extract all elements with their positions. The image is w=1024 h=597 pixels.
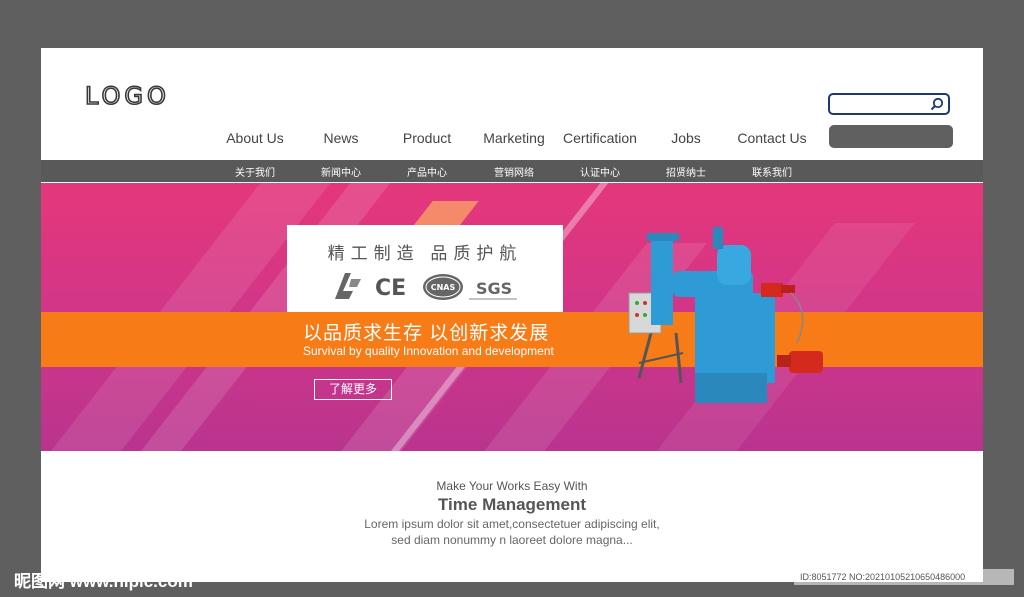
subnav-contact[interactable]: 联系我们	[752, 164, 792, 179]
subnav-product[interactable]: 产品中心	[407, 164, 447, 179]
watermark-id: ID:8051772 NO:20210105210650486000	[794, 569, 1014, 585]
nav-product[interactable]: Product	[403, 130, 451, 146]
main-nav: About Us News Product Marketing Certific…	[41, 130, 983, 150]
headline-cn: 以品质求生存 以创新求发展	[303, 323, 550, 344]
logo[interactable]: LOGO	[84, 83, 170, 109]
slogan-cn: 精工制造 品质护航	[327, 244, 523, 263]
page-canvas: LOGO About Us News Product Marketing Cer…	[41, 48, 983, 582]
certification-box: 精工制造 品质护航 CE CNAS SGS	[287, 225, 563, 312]
section-subtitle: Make Your Works Easy With	[436, 479, 588, 493]
search-input[interactable]	[828, 93, 950, 115]
cnas-mark-icon: CNAS	[423, 274, 463, 300]
learn-more-button[interactable]: 了解更多	[314, 379, 392, 400]
ce-mark-icon: CE	[375, 276, 406, 301]
banner-stripe	[331, 363, 471, 451]
feature-section: Make Your Works Easy With Time Managemen…	[41, 478, 983, 548]
slogan-bar: 以品质求生存 以创新求发展 Survival by quality Innova…	[41, 312, 983, 367]
section-title: Time Management	[437, 495, 586, 514]
nav-jobs[interactable]: Jobs	[671, 130, 701, 146]
nav-contact-us[interactable]: Contact Us	[737, 130, 806, 146]
sgs-mark-icon: SGS	[476, 279, 512, 298]
headline-en: Survival by quality Innovation and devel…	[303, 344, 554, 358]
section-body-line-2: sed diam nonummy n laoreet dolore magna.…	[391, 533, 633, 547]
cnas-mark-text: CNAS	[431, 283, 456, 292]
subnav-news[interactable]: 新闻中心	[321, 164, 361, 179]
section-body-line-1: Lorem ipsum dolor sit amet,consectetuer …	[364, 517, 660, 531]
search-icon[interactable]	[930, 97, 944, 111]
subnav-certification[interactable]: 认证中心	[580, 164, 620, 179]
subnav-about[interactable]: 关于我们	[235, 164, 275, 179]
hero-banner: 精工制造 品质护航 CE CNAS SGS 以品质求生存 以创新求发展 Surv…	[41, 183, 983, 451]
nav-news[interactable]: News	[323, 130, 358, 146]
watermark-logo: 昵图网 www.nipic.com	[14, 572, 193, 591]
certification-logos: CE CNAS SGS	[335, 273, 517, 301]
nav-marketing[interactable]: Marketing	[483, 130, 544, 146]
subnav-marketing[interactable]: 营销网络	[494, 164, 534, 179]
sub-nav-bar: 关于我们 新闻中心 产品中心 营销网络 认证中心 招贤纳士 联系我们	[41, 160, 983, 182]
incinerator-machine-image	[628, 227, 823, 403]
subnav-jobs[interactable]: 招贤纳士	[666, 164, 706, 179]
quality-mark-icon	[335, 273, 361, 299]
nav-certification[interactable]: Certification	[563, 130, 637, 146]
nav-about-us[interactable]: About Us	[226, 130, 284, 146]
